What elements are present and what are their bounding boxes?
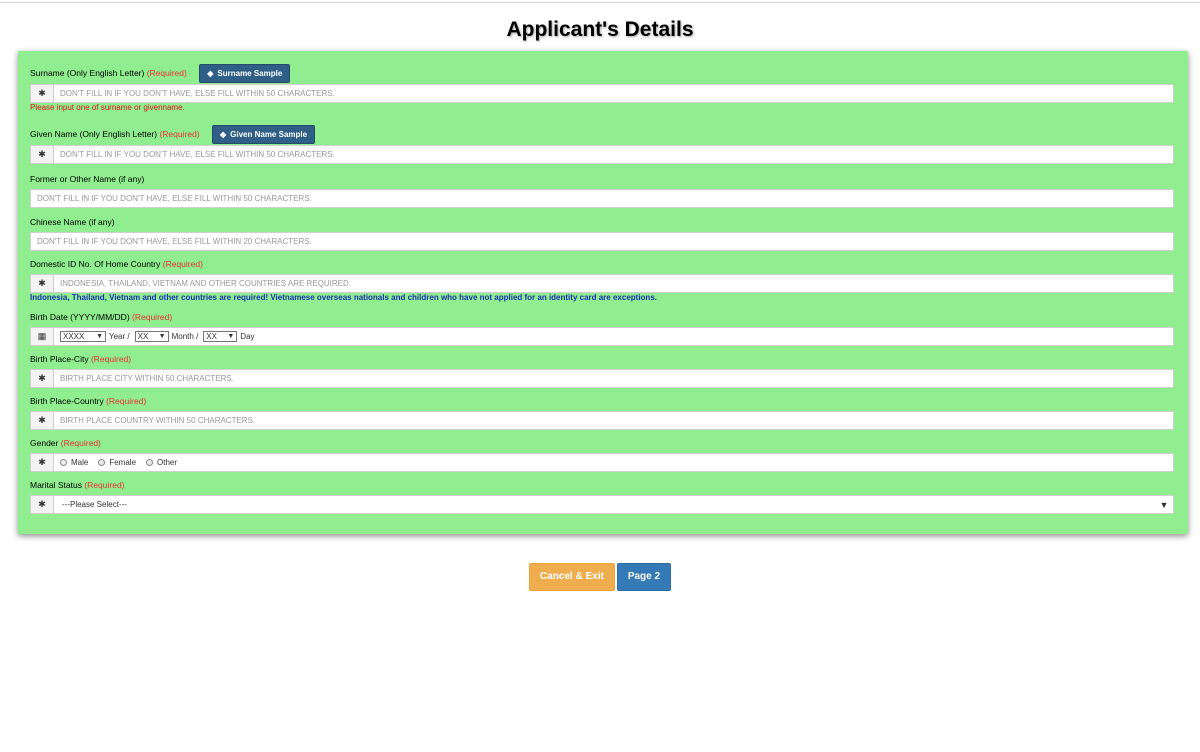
chevron-down-icon: ▼ — [227, 333, 235, 340]
marital-status-label: Marital Status (Required) — [30, 480, 125, 490]
gender-options: Male Female Other — [54, 454, 187, 471]
required-marker: (Required) — [60, 438, 101, 448]
domestic-id-field: Domestic ID No. Of Home Country (Require… — [30, 258, 1174, 303]
asterisk-icon: ✱ — [31, 412, 54, 429]
asterisk-icon: ✱ — [31, 496, 54, 513]
former-name-input[interactable] — [31, 190, 1173, 207]
birth-country-label: Birth Place-Country (Required) — [30, 396, 147, 406]
surname-input-group: ✱ — [30, 84, 1174, 103]
month-text: Month / — [171, 332, 199, 341]
radio-icon — [60, 459, 67, 466]
page-2-button[interactable]: Page 2 — [616, 563, 672, 591]
marital-status-select[interactable]: ✱ ---Please Select--- ▼ — [30, 495, 1174, 514]
radio-icon — [146, 459, 154, 466]
required-marker: (Required) — [162, 259, 203, 269]
day-text: Day — [240, 332, 255, 341]
domestic-id-input-group: ✱ — [30, 274, 1174, 293]
birth-city-field: Birth Place-City (Required) ✱ — [30, 353, 1174, 388]
birth-date-input-group: ▦ XXXX ▼ Year / XX ▼ Month / XX ▼ Day — [30, 327, 1174, 346]
asterisk-icon: ✱ — [31, 454, 54, 471]
surname-sample-button[interactable]: ◆ Surname Sample — [199, 64, 291, 83]
birth-country-input[interactable] — [54, 412, 1173, 429]
required-marker: (Required) — [132, 312, 173, 322]
chevron-down-icon: ▼ — [158, 333, 166, 340]
gender-field: Gender (Required) ✱ Male Female Other — [30, 437, 1174, 472]
birth-city-input-group: ✱ — [30, 369, 1174, 388]
asterisk-icon: ✱ — [31, 275, 54, 292]
chinese-name-input-group — [30, 232, 1174, 251]
gender-label: Gender (Required) — [30, 438, 101, 448]
surname-label: Surname (Only English Letter) (Required)… — [30, 64, 1174, 83]
birth-day-select[interactable]: XX ▼ — [203, 331, 238, 342]
former-name-field: Former or Other Name (if any) — [30, 173, 1174, 208]
gender-radio-other[interactable]: Other — [146, 458, 177, 467]
domestic-id-input[interactable] — [54, 275, 1173, 292]
given-name-sample-button[interactable]: ◆ Given Name Sample — [211, 125, 316, 144]
action-bar: Cancel & Exit Page 2 — [0, 563, 1200, 591]
required-marker: (Required) — [146, 67, 187, 78]
surname-field: Surname (Only English Letter) (Required)… — [30, 64, 1174, 113]
tag-icon: ◆ — [207, 69, 214, 78]
surname-input[interactable] — [54, 85, 1173, 102]
tag-icon: ◆ — [219, 130, 227, 139]
birth-date-label: Birth Date (YYYY/MM/DD) (Required) — [30, 312, 173, 322]
birth-city-label: Birth Place-City (Required) — [30, 354, 132, 364]
domestic-id-label: Domestic ID No. Of Home Country (Require… — [30, 259, 203, 269]
chevron-down-icon: ▼ — [1159, 499, 1169, 510]
asterisk-icon: ✱ — [31, 146, 54, 163]
birth-date-field: Birth Date (YYYY/MM/DD) (Required) ▦ XXX… — [30, 311, 1174, 346]
domestic-id-note: Indonesia, Thailand, Vietnam and other c… — [30, 293, 657, 302]
marital-status-field: Marital Status (Required) ✱ ---Please Se… — [30, 479, 1174, 514]
birth-month-select[interactable]: XX ▼ — [134, 331, 169, 342]
asterisk-icon: ✱ — [31, 85, 54, 102]
required-marker: (Required) — [106, 396, 147, 406]
former-name-label: Former or Other Name (if any) — [30, 174, 145, 184]
surname-error: Please input one of surname or givenname… — [30, 103, 185, 112]
given-name-label: Given Name (Only English Letter) (Requir… — [30, 125, 1174, 144]
required-marker: (Required) — [159, 128, 200, 139]
asterisk-icon: ✱ — [31, 370, 54, 387]
required-marker: (Required) — [84, 480, 125, 490]
given-name-input[interactable] — [54, 146, 1173, 163]
gender-radio-female[interactable]: Female — [98, 458, 136, 467]
applicant-form-panel: Surname (Only English Letter) (Required)… — [18, 51, 1188, 534]
former-name-input-group — [30, 189, 1174, 208]
gender-input-group: ✱ Male Female Other — [30, 453, 1174, 472]
page-title: Applicant's Details — [506, 18, 694, 41]
birth-country-field: Birth Place-Country (Required) ✱ — [30, 395, 1174, 430]
top-divider — [0, 2, 1200, 3]
gender-radio-male[interactable]: Male — [60, 458, 88, 467]
calendar-icon: ▦ — [31, 328, 54, 345]
chevron-down-icon: ▼ — [96, 333, 103, 340]
chinese-name-field: Chinese Name (if any) — [30, 216, 1174, 251]
birth-city-input[interactable] — [54, 370, 1173, 387]
birth-country-input-group: ✱ — [30, 411, 1174, 430]
birth-date-controls: XXXX ▼ Year / XX ▼ Month / XX ▼ Day — [54, 328, 255, 345]
given-name-input-group: ✱ — [30, 145, 1174, 164]
chinese-name-label: Chinese Name (if any) — [30, 217, 115, 227]
required-marker: (Required) — [90, 354, 132, 364]
marital-status-value: ---Please Select--- — [62, 500, 127, 509]
year-text: Year / — [109, 332, 130, 341]
cancel-exit-button[interactable]: Cancel & Exit — [528, 563, 615, 591]
birth-year-select[interactable]: XXXX ▼ — [60, 331, 106, 342]
given-name-field: Given Name (Only English Letter) (Requir… — [30, 125, 1174, 164]
radio-icon — [98, 459, 106, 466]
chinese-name-input[interactable] — [31, 233, 1173, 250]
